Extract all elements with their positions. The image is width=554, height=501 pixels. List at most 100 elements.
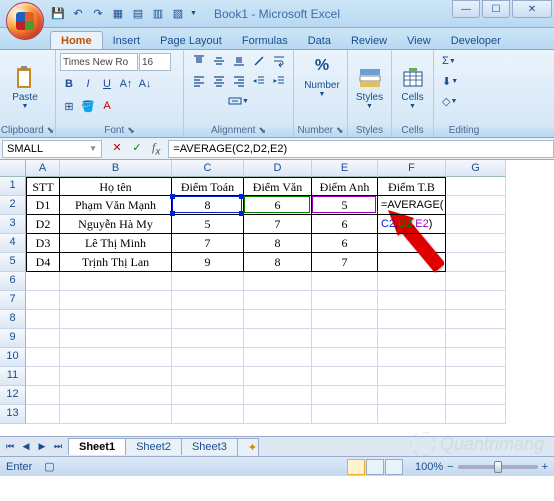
tab-review[interactable]: Review: [341, 32, 397, 49]
cell-g11[interactable]: [446, 367, 506, 386]
align-bottom-button[interactable]: [229, 52, 249, 70]
new-sheet-button[interactable]: ✦: [237, 438, 259, 456]
fill-color-button[interactable]: 🪣: [79, 97, 97, 115]
zoom-in-button[interactable]: +: [542, 461, 548, 473]
zoom-slider[interactable]: [458, 465, 538, 469]
cell-a3[interactable]: D2: [26, 215, 60, 234]
cell-b3[interactable]: Nguyễn Hà My: [60, 215, 172, 234]
cell-g8[interactable]: [446, 310, 506, 329]
view-normal-button[interactable]: [347, 459, 365, 475]
align-top-button[interactable]: [189, 52, 209, 70]
font-launcher-icon[interactable]: ⬊: [127, 125, 135, 136]
cell-g3[interactable]: [446, 215, 506, 234]
tab-page-layout[interactable]: Page Layout: [150, 32, 232, 49]
cell-d13[interactable]: [244, 405, 312, 424]
cell-d12[interactable]: [244, 386, 312, 405]
cell-b2[interactable]: Phạm Văn Mạnh: [60, 196, 172, 215]
cell-a5[interactable]: D4: [26, 253, 60, 272]
save-icon[interactable]: 💾: [50, 6, 66, 22]
formula-input[interactable]: =AVERAGE(C2,D2,E2): [168, 140, 554, 158]
cell-f3-overflow[interactable]: C2,D2,E2): [378, 215, 446, 234]
row-header-13[interactable]: 13: [0, 405, 26, 424]
sheet-nav-prev-icon[interactable]: ◀: [18, 439, 34, 455]
cell-c5[interactable]: 9: [172, 253, 244, 272]
fill-button[interactable]: ⬇ ▼: [438, 72, 462, 90]
cell-f5[interactable]: [378, 253, 446, 272]
cell-d3[interactable]: 7: [244, 215, 312, 234]
cell-d10[interactable]: [244, 348, 312, 367]
number-format-button[interactable]: % Number ▼: [298, 52, 346, 100]
cell-g13[interactable]: [446, 405, 506, 424]
row-header-1[interactable]: 1: [0, 177, 26, 196]
undo-icon[interactable]: ↶: [70, 6, 86, 22]
cell-e8[interactable]: [312, 310, 378, 329]
cell-g4[interactable]: [446, 234, 506, 253]
cell-d7[interactable]: [244, 291, 312, 310]
increase-indent-button[interactable]: [269, 72, 289, 90]
align-center-button[interactable]: [209, 72, 229, 90]
maximize-button[interactable]: ☐: [482, 0, 510, 18]
wrap-text-button[interactable]: [269, 52, 289, 70]
align-right-button[interactable]: [229, 72, 249, 90]
cell-d5[interactable]: 8: [244, 253, 312, 272]
cell-c4[interactable]: 7: [172, 234, 244, 253]
col-header-c[interactable]: C: [172, 160, 244, 177]
cell-f4[interactable]: [378, 234, 446, 253]
cell-a8[interactable]: [26, 310, 60, 329]
cell-g12[interactable]: [446, 386, 506, 405]
redo-icon[interactable]: ↷: [90, 6, 106, 22]
cell-f1[interactable]: Điểm T.B: [378, 177, 446, 196]
select-all-corner[interactable]: [0, 160, 26, 177]
cell-e11[interactable]: [312, 367, 378, 386]
cell-d9[interactable]: [244, 329, 312, 348]
name-box[interactable]: SMALL▼: [2, 140, 102, 158]
cell-e7[interactable]: [312, 291, 378, 310]
cell-b7[interactable]: [60, 291, 172, 310]
cell-f12[interactable]: [378, 386, 446, 405]
cell-b4[interactable]: Lê Thị Minh: [60, 234, 172, 253]
font-name-combo[interactable]: Times New Ro: [60, 53, 138, 71]
office-button[interactable]: [6, 2, 44, 40]
shrink-font-button[interactable]: A↓: [136, 75, 154, 93]
sheet-tab-1[interactable]: Sheet1: [68, 438, 126, 455]
col-header-e[interactable]: E: [312, 160, 378, 177]
font-color-button[interactable]: A: [98, 97, 116, 115]
border-button[interactable]: ⊞: [60, 97, 78, 115]
underline-button[interactable]: U: [98, 75, 116, 93]
cell-a4[interactable]: D3: [26, 234, 60, 253]
cell-d4[interactable]: 8: [244, 234, 312, 253]
col-header-g[interactable]: G: [446, 160, 506, 177]
cell-e4[interactable]: 6: [312, 234, 378, 253]
row-header-2[interactable]: 2: [0, 196, 26, 215]
macro-record-icon[interactable]: ▢: [44, 460, 54, 473]
row-header-3[interactable]: 3: [0, 215, 26, 234]
cell-b1[interactable]: Họ tên: [60, 177, 172, 196]
cell-d6[interactable]: [244, 272, 312, 291]
cell-f10[interactable]: [378, 348, 446, 367]
font-size-combo[interactable]: 16: [139, 53, 171, 71]
cell-f11[interactable]: [378, 367, 446, 386]
cell-g10[interactable]: [446, 348, 506, 367]
row-header-12[interactable]: 12: [0, 386, 26, 405]
zoom-out-button[interactable]: −: [447, 461, 453, 473]
cancel-formula-button[interactable]: ✕: [108, 140, 126, 156]
view-page-break-button[interactable]: [385, 459, 403, 475]
cell-b6[interactable]: [60, 272, 172, 291]
clipboard-launcher-icon[interactable]: ⬊: [47, 125, 55, 136]
cell-a13[interactable]: [26, 405, 60, 424]
cell-e10[interactable]: [312, 348, 378, 367]
cell-d2[interactable]: 6: [244, 196, 312, 215]
cell-c9[interactable]: [172, 329, 244, 348]
cell-b8[interactable]: [60, 310, 172, 329]
merge-button[interactable]: ▼: [224, 92, 253, 110]
col-header-f[interactable]: F: [378, 160, 446, 177]
cell-e5[interactable]: 7: [312, 253, 378, 272]
cell-g6[interactable]: [446, 272, 506, 291]
cell-a6[interactable]: [26, 272, 60, 291]
cell-c7[interactable]: [172, 291, 244, 310]
row-header-7[interactable]: 7: [0, 291, 26, 310]
tab-view[interactable]: View: [397, 32, 441, 49]
qat-icon-2[interactable]: ▤: [130, 6, 146, 22]
styles-button[interactable]: Styles ▼: [352, 64, 387, 112]
cell-f7[interactable]: [378, 291, 446, 310]
